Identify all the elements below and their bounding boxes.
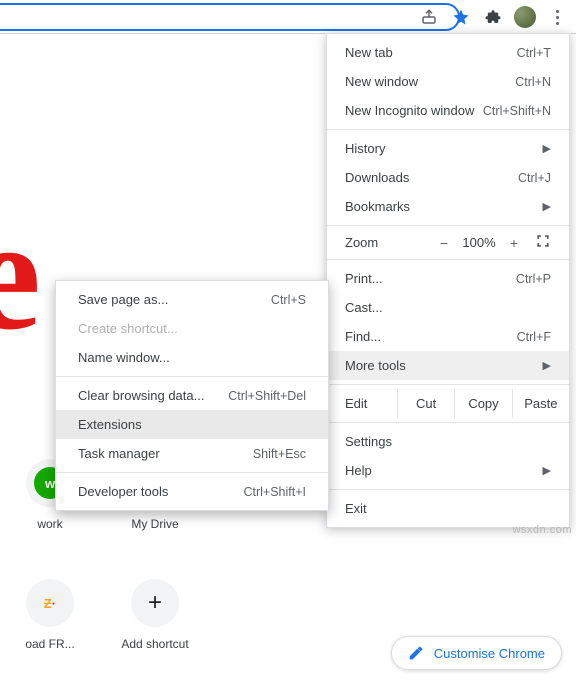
menu-new-window[interactable]: New window Ctrl+N (327, 67, 569, 96)
submenu-clear-data[interactable]: Clear browsing data... Ctrl+Shift+Del (56, 381, 328, 410)
menu-separator (327, 489, 569, 490)
shortcut-add[interactable]: + Add shortcut (95, 579, 215, 651)
submenu-name-window[interactable]: Name window... (56, 343, 328, 372)
menu-label: Settings (345, 434, 392, 449)
shortcut-label: work (0, 517, 110, 531)
menu-incognito[interactable]: New Incognito window Ctrl+Shift+N (327, 96, 569, 125)
menu-label: New tab (345, 45, 393, 60)
menu-shortcut: Ctrl+Shift+Del (228, 389, 306, 403)
menu-label: New Incognito window (345, 103, 474, 118)
more-tools-submenu: Save page as... Ctrl+S Create shortcut..… (55, 280, 329, 511)
menu-label: History (345, 141, 385, 156)
menu-help[interactable]: Help ▶ (327, 456, 569, 485)
menu-label: Help (345, 463, 372, 478)
menu-shortcut: Ctrl+F (517, 330, 551, 344)
menu-label: Extensions (78, 417, 142, 432)
menu-label: More tools (345, 358, 406, 373)
menu-label: Edit (327, 389, 397, 418)
omnibox[interactable] (0, 3, 460, 31)
cut-button[interactable]: Cut (397, 389, 454, 418)
menu-zoom-row: Zoom − 100% + (327, 230, 569, 255)
menu-cast[interactable]: Cast... (327, 293, 569, 322)
menu-separator (56, 376, 328, 377)
menu-label: Name window... (78, 350, 170, 365)
kebab-menu-icon[interactable] (546, 6, 568, 28)
menu-downloads[interactable]: Downloads Ctrl+J (327, 163, 569, 192)
menu-label: Zoom (345, 235, 431, 250)
menu-separator (56, 472, 328, 473)
menu-label: Developer tools (78, 484, 168, 499)
menu-shortcut: Ctrl+Shift+N (483, 104, 551, 118)
menu-separator (327, 129, 569, 130)
menu-new-tab[interactable]: New tab Ctrl+T (327, 38, 569, 67)
shortcut-freez[interactable]: Ƶ· oad FR... (0, 579, 110, 651)
paste-button[interactable]: Paste (512, 389, 569, 418)
submenu-developer-tools[interactable]: Developer tools Ctrl+Shift+I (56, 477, 328, 506)
shortcut-label: Add shortcut (95, 637, 215, 651)
menu-label: Clear browsing data... (78, 388, 204, 403)
profile-avatar[interactable] (514, 6, 536, 28)
menu-label: Downloads (345, 170, 409, 185)
submenu-save-page[interactable]: Save page as... Ctrl+S (56, 285, 328, 314)
menu-shortcut: Ctrl+T (517, 46, 551, 60)
chrome-main-menu: New tab Ctrl+T New window Ctrl+N New Inc… (326, 33, 570, 528)
menu-history[interactable]: History ▶ (327, 134, 569, 163)
zoom-value: 100% (457, 235, 501, 250)
menu-shortcut: Ctrl+S (271, 293, 306, 307)
menu-label: Save page as... (78, 292, 168, 307)
menu-shortcut: Ctrl+N (515, 75, 551, 89)
submenu-task-manager[interactable]: Task manager Shift+Esc (56, 439, 328, 468)
menu-separator (327, 422, 569, 423)
fullscreen-button[interactable] (527, 234, 559, 251)
menu-label: Exit (345, 501, 367, 516)
customise-chrome-button[interactable]: Customise Chrome (391, 636, 562, 670)
shortcut-label: oad FR... (0, 637, 110, 651)
menu-shortcut: Ctrl+Shift+I (243, 485, 306, 499)
menu-label: Create shortcut... (78, 321, 178, 336)
menu-label: Find... (345, 329, 381, 344)
menu-more-tools[interactable]: More tools ▶ (327, 351, 569, 380)
extensions-puzzle-icon[interactable] (482, 6, 504, 28)
menu-shortcut: Shift+Esc (253, 447, 306, 461)
menu-label: Bookmarks (345, 199, 410, 214)
bookmark-star-icon[interactable] (450, 6, 472, 28)
app-icon: Ƶ· (44, 596, 56, 611)
logo-fragment: e (0, 194, 41, 354)
menu-separator (327, 225, 569, 226)
menu-exit[interactable]: Exit (327, 494, 569, 523)
menu-find[interactable]: Find... Ctrl+F (327, 322, 569, 351)
menu-shortcut: Ctrl+J (518, 171, 551, 185)
submenu-extensions[interactable]: Extensions (56, 410, 328, 439)
chevron-right-icon: ▶ (543, 142, 551, 155)
menu-label: Cast... (345, 300, 383, 315)
shortcut-label: My Drive (95, 517, 215, 531)
zoom-in-button[interactable]: + (501, 235, 527, 251)
menu-bookmarks[interactable]: Bookmarks ▶ (327, 192, 569, 221)
menu-separator (327, 384, 569, 385)
menu-shortcut: Ctrl+P (516, 272, 551, 286)
browser-toolbar (0, 0, 576, 34)
menu-label: New window (345, 74, 418, 89)
zoom-out-button[interactable]: − (431, 235, 457, 251)
pill-label: Customise Chrome (434, 646, 545, 661)
menu-label: Print... (345, 271, 383, 286)
menu-separator (327, 259, 569, 260)
copy-button[interactable]: Copy (454, 389, 511, 418)
watermark: wsxdn.com (512, 524, 572, 536)
share-icon[interactable] (418, 6, 440, 28)
menu-label: Task manager (78, 446, 160, 461)
menu-settings[interactable]: Settings (327, 427, 569, 456)
menu-edit-row: Edit Cut Copy Paste (327, 389, 569, 418)
chevron-right-icon: ▶ (543, 359, 551, 372)
chevron-right-icon: ▶ (543, 464, 551, 477)
chevron-right-icon: ▶ (543, 200, 551, 213)
plus-icon: + (148, 589, 162, 617)
menu-print[interactable]: Print... Ctrl+P (327, 264, 569, 293)
submenu-create-shortcut: Create shortcut... (56, 314, 328, 343)
pencil-icon (408, 645, 424, 661)
